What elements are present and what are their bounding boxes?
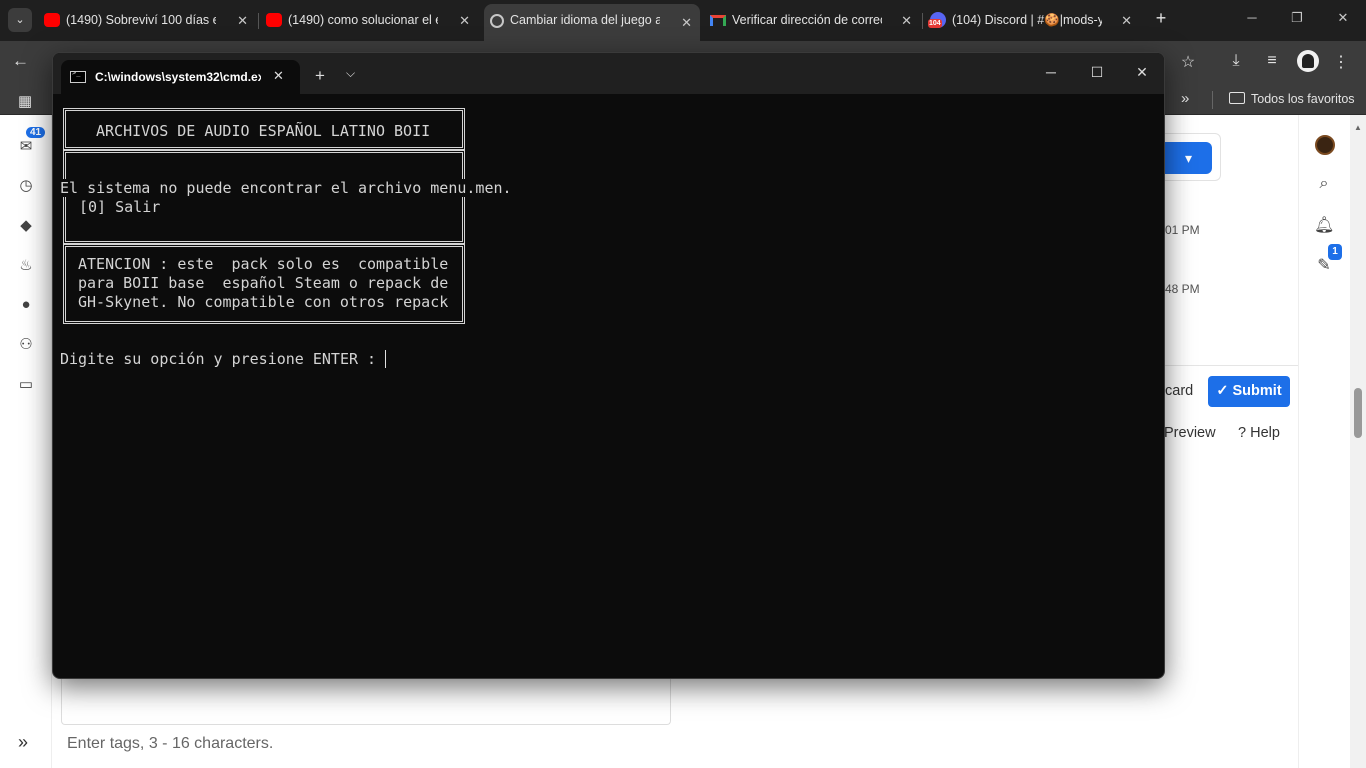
right-sidebar <box>1298 115 1350 768</box>
chevron-down-icon[interactable]: ⌵ <box>346 66 355 81</box>
chevron-down-icon: ▾ <box>1184 150 1193 166</box>
terminal-window[interactable]: C:\windows\system32\cmd.ex ✕ + ⌵ ─ ☐ ✕ A… <box>52 52 1165 679</box>
check-icon: ✓ <box>1216 383 1233 399</box>
close-icon[interactable]: ✕ <box>681 6 692 39</box>
discord-badge: 104 <box>928 19 942 28</box>
menu-box <box>63 150 465 244</box>
apps-grid-icon[interactable]: ▦ <box>18 92 32 110</box>
youtube-icon <box>44 13 60 27</box>
clock-icon[interactable]: ◷ <box>17 176 35 194</box>
console-menu-option: [0] Salir <box>79 198 161 216</box>
tab-search-button[interactable]: ⌄ <box>8 8 32 32</box>
discord-icon: 104 <box>928 12 946 28</box>
close-icon[interactable]: ✕ <box>1121 6 1132 35</box>
folder-icon <box>1229 92 1245 104</box>
dropdown-button[interactable]: ▾ <box>1165 142 1212 174</box>
browser-tab-active[interactable]: Cambiar idioma del juego a ✕ <box>484 4 700 41</box>
inbox-icon[interactable]: ✉ <box>17 137 35 155</box>
minimize-icon[interactable]: ─ <box>1041 64 1061 80</box>
restore-icon[interactable]: ❐ <box>1287 10 1307 26</box>
chevron-double-right-icon[interactable]: » <box>1181 90 1189 107</box>
tab-title: Verificar dirección de correo <box>732 13 882 27</box>
tab-title: (1490) Sobreviví 100 días en <box>66 13 216 27</box>
bookmark-star-icon[interactable]: ☆ <box>1178 52 1198 72</box>
help-label: Help <box>1250 425 1280 441</box>
discard-button[interactable]: card <box>1165 383 1193 399</box>
gmail-icon <box>710 15 726 26</box>
expand-sidebar-icon[interactable]: » <box>18 732 28 753</box>
browser-tab-youtube-1[interactable]: (1490) Sobreviví 100 días en ✕ <box>40 6 256 35</box>
console-header: ARCHIVOS DE AUDIO ESPAÑOL LATINO BOII <box>96 122 431 140</box>
tab-separator <box>922 13 923 29</box>
inbox-badge: 41 <box>26 127 46 138</box>
bookmarks-divider <box>1212 91 1213 109</box>
terminal-tab-title: C:\windows\system32\cmd.ex <box>95 70 261 84</box>
user-icon[interactable]: ● <box>17 296 35 314</box>
more-menu-icon[interactable]: ⋮ <box>1331 52 1351 72</box>
new-terminal-tab-button[interactable]: + <box>315 66 325 86</box>
console-prompt: Digite su opción y presione ENTER : <box>60 350 386 368</box>
folder-label: Todos los favoritos <box>1251 92 1355 106</box>
tab-title: (1490) como solucionar el er <box>288 13 438 27</box>
browser-tab-youtube-2[interactable]: (1490) como solucionar el er ✕ <box>262 6 478 35</box>
users-icon[interactable]: ⚇ <box>17 335 35 353</box>
tab-separator <box>258 13 259 29</box>
terminal-titlebar[interactable]: C:\windows\system32\cmd.ex ✕ + ⌵ ─ ☐ ✕ <box>53 53 1164 94</box>
scroll-up-arrow-icon[interactable]: ▲ <box>1354 123 1362 132</box>
tags-input[interactable]: Enter tags, 3 - 16 characters. <box>67 735 273 753</box>
media-playlist-icon[interactable]: ≡ <box>1262 52 1282 70</box>
edit-badge: 1 <box>1328 244 1342 260</box>
timestamp: 01 PM <box>1165 223 1200 237</box>
submit-label: Submit <box>1232 383 1282 399</box>
back-arrow-icon[interactable]: ← <box>12 51 29 71</box>
youtube-icon <box>266 13 282 27</box>
browser-tab-gmail[interactable]: Verificar dirección de correo ✕ <box>706 6 920 35</box>
close-icon[interactable]: ✕ <box>237 6 248 35</box>
site-gear-icon <box>490 14 504 28</box>
tab-title: (104) Discord | #🍪|mods-y <box>952 13 1102 27</box>
scrollbar-thumb[interactable] <box>1354 388 1362 438</box>
money-icon[interactable]: ▭ <box>17 375 35 393</box>
console-warning-line: para BOII base español Steam o repack de <box>78 274 449 292</box>
search-icon[interactable]: ⌕ <box>1314 175 1334 193</box>
terminal-tab[interactable]: C:\windows\system32\cmd.ex ✕ <box>61 60 300 94</box>
preview-button[interactable]: Preview <box>1164 425 1216 441</box>
submit-button[interactable]: ✓ Submit <box>1208 376 1290 407</box>
console-warning-line: ATENCION : este pack solo es compatible <box>78 255 449 273</box>
flame-icon[interactable]: ♨ <box>17 256 35 274</box>
console-error: El sistema no puede encontrar el archivo… <box>60 179 512 197</box>
new-tab-button[interactable]: + <box>1150 8 1172 29</box>
all-bookmarks-folder[interactable]: Todos los favoritos <box>1229 92 1355 106</box>
browser-tab-strip: ⌄ (1490) Sobreviví 100 días en ✕ (1490) … <box>0 0 1366 41</box>
help-icon: ? <box>1238 425 1251 441</box>
download-icon[interactable]: ⤓ <box>1226 52 1246 70</box>
close-icon[interactable]: ✕ <box>273 68 284 84</box>
bell-icon[interactable]: 🔔︎ <box>1314 215 1334 235</box>
profile-avatar[interactable] <box>1297 50 1319 72</box>
user-avatar[interactable] <box>1315 135 1335 155</box>
text-editor[interactable] <box>61 675 671 725</box>
cmd-icon <box>70 69 86 83</box>
left-sidebar: ✉ 41 ◷ ◆ ♨ ● ⚇ ▭ <box>0 115 52 768</box>
help-button[interactable]: ? Help <box>1238 425 1280 441</box>
scrollbar[interactable] <box>1350 115 1366 768</box>
timestamp: 48 PM <box>1165 282 1200 296</box>
text-cursor <box>385 350 386 368</box>
minimize-icon[interactable]: ─ <box>1242 10 1262 25</box>
divider <box>1165 365 1298 366</box>
console-warning-line: GH-Skynet. No compatible con otros repac… <box>78 293 449 311</box>
tab-title: Cambiar idioma del juego a <box>510 13 660 27</box>
close-window-icon[interactable]: ✕ <box>1333 10 1353 26</box>
close-icon[interactable]: ✕ <box>459 6 470 35</box>
browser-tab-discord[interactable]: 104 (104) Discord | #🍪|mods-y ✕ <box>926 6 1140 35</box>
console-output[interactable]: ARCHIVOS DE AUDIO ESPAÑOL LATINO BOII El… <box>53 94 1164 678</box>
close-icon[interactable]: ✕ <box>901 6 912 35</box>
close-window-icon[interactable]: ✕ <box>1132 64 1152 81</box>
maximize-icon[interactable]: ☐ <box>1087 64 1107 81</box>
tag-icon[interactable]: ◆ <box>17 216 35 234</box>
